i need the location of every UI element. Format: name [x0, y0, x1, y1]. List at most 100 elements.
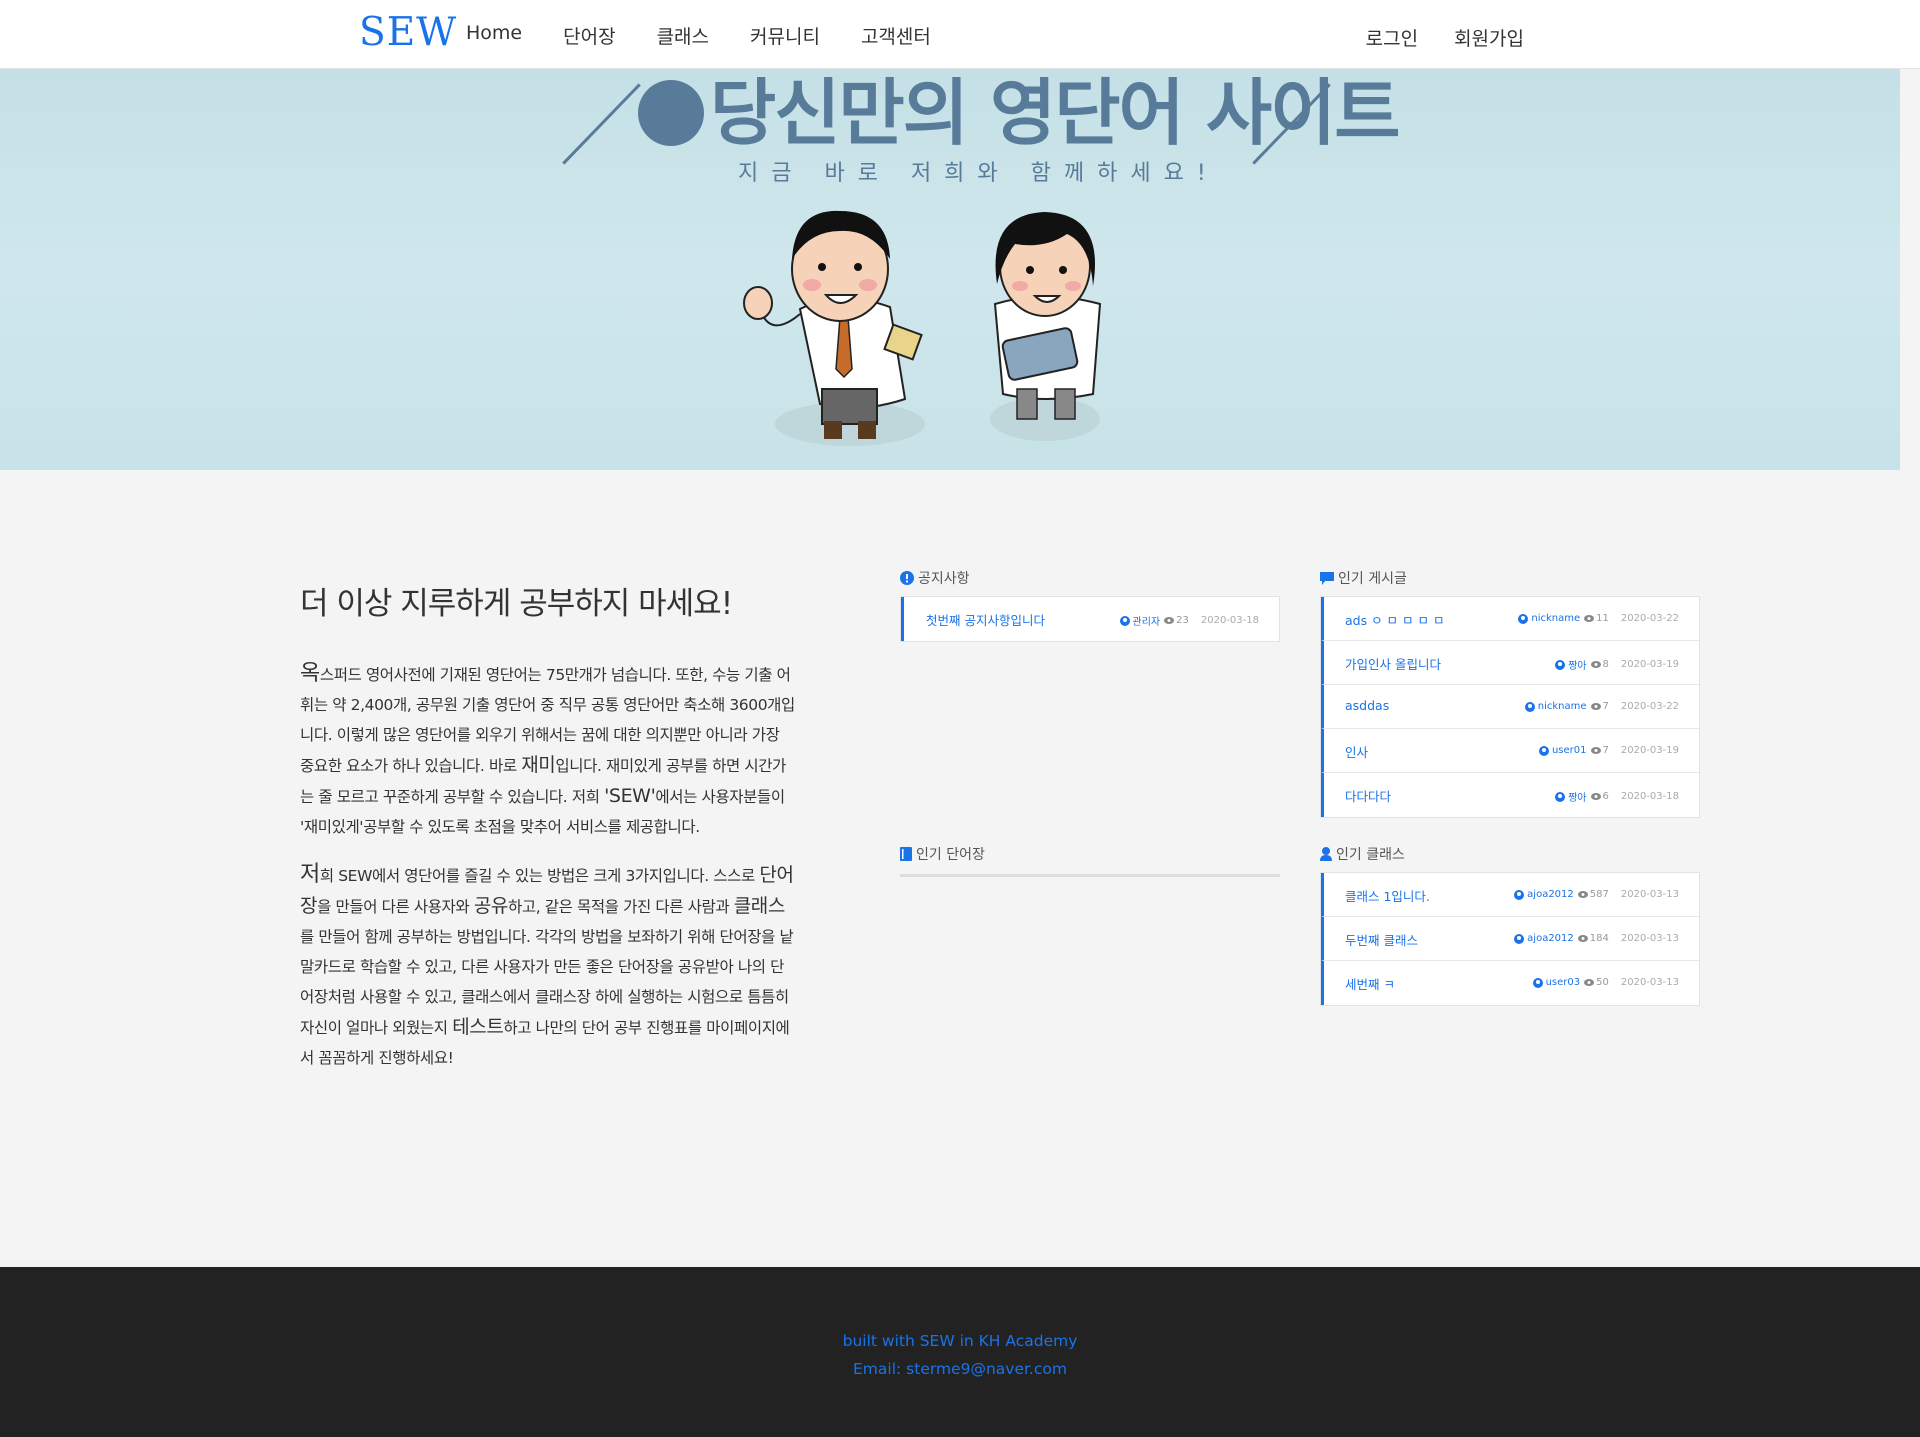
eye-icon	[1590, 703, 1601, 710]
book-icon	[900, 847, 912, 861]
post-row[interactable]: 다다다다 짱아 6 2020-03-18	[1321, 773, 1699, 817]
popular-wordbooks-board: 인기 단어장	[900, 844, 1280, 877]
class-row[interactable]: 세번째 ㅋ user03 50 2020-03-13	[1321, 961, 1699, 1005]
user-icon	[1555, 659, 1566, 670]
post-author[interactable]: nickname	[1531, 613, 1580, 624]
intro-paragraph-1: 옥스퍼드 영어사전에 기재된 영단어는 75만개가 넘습니다. 또한, 수능 기…	[300, 659, 795, 842]
post-views: 7	[1590, 701, 1609, 712]
post-title-link[interactable]: 인사	[1345, 742, 1368, 761]
intro-highlight: 재미	[521, 754, 556, 776]
post-title-link[interactable]: 다다다다	[1345, 786, 1391, 805]
login-link[interactable]: 로그인	[1366, 24, 1418, 51]
class-meta: ajoa2012 184 2020-03-13	[1514, 933, 1679, 944]
class-view-count: 587	[1589, 889, 1609, 900]
main-nav-links: Home 단어장 클래스 커뮤니티 고객센터	[466, 22, 972, 49]
post-views: 23	[1164, 615, 1189, 626]
popular-wordbooks-title: 인기 단어장	[916, 847, 985, 863]
post-title-link[interactable]: asddas	[1345, 698, 1389, 713]
class-meta: user03 50 2020-03-13	[1532, 977, 1679, 988]
class-views: 587	[1577, 889, 1609, 900]
post-author[interactable]: 짱아	[1568, 657, 1586, 672]
intro-text: 을 만들어 다른 사용자와	[317, 898, 474, 916]
popular-classes-header: 인기 클래스	[1320, 844, 1700, 864]
signup-link[interactable]: 회원가입	[1454, 24, 1524, 51]
eye-icon	[1584, 615, 1595, 622]
eye-icon	[1577, 935, 1588, 942]
post-date: 2020-03-22	[1620, 613, 1679, 624]
post-title-link[interactable]: ads ㅇ ㅁ ㅁ ㅁ ㅁ	[1345, 610, 1444, 629]
intro-highlight: 'SEW'	[604, 785, 656, 807]
info-circle-icon	[900, 571, 914, 585]
popular-posts-title: 인기 게시글	[1338, 571, 1407, 587]
user-icon	[1514, 889, 1525, 900]
hero-title: 당신만의 영단어 사이트	[710, 71, 1401, 155]
nav-link-wordbook[interactable]: 단어장	[563, 22, 615, 49]
notice-board-header: 공지사항	[900, 568, 1280, 588]
post-title-link[interactable]: 가입인사 올립니다	[1345, 654, 1441, 673]
nav-link-class[interactable]: 클래스	[657, 22, 709, 49]
brand-logo[interactable]: SEW	[359, 10, 457, 55]
class-title-link[interactable]: 클래스 1입니다.	[1345, 886, 1430, 905]
class-title-link[interactable]: 세번째 ㅋ	[1345, 974, 1395, 993]
post-view-count: 6	[1602, 791, 1609, 802]
footer-credit: built with SEW in KH Academy	[842, 1332, 1078, 1350]
user-icon	[1518, 613, 1529, 624]
post-row[interactable]: 인사 user01 7 2020-03-19	[1321, 729, 1699, 773]
man-illustration-icon	[743, 210, 925, 446]
popular-wordbooks-list	[900, 874, 1280, 877]
user-icon	[1524, 701, 1535, 712]
notice-row[interactable]: 첫번째 공지사항입니다 관리자 23 2020-03-18	[901, 597, 1279, 641]
footer-email[interactable]: Email: sterme9@naver.com	[0, 1355, 1920, 1383]
post-meta: nickname 7 2020-03-22	[1524, 701, 1679, 712]
nav-link-support[interactable]: 고객센터	[861, 22, 931, 49]
user-icon	[1555, 791, 1566, 802]
eye-icon	[1590, 793, 1601, 800]
class-date: 2020-03-13	[1620, 933, 1679, 944]
intro-highlight: 클래스	[733, 895, 786, 917]
class-title-link[interactable]: 두번째 클래스	[1345, 930, 1418, 949]
class-meta: ajoa2012 587 2020-03-13	[1514, 889, 1679, 900]
hero-subtitle: 지금 바로 저희와 함께하세요!	[738, 161, 1219, 186]
eye-icon	[1584, 979, 1595, 986]
eye-icon	[1164, 617, 1175, 624]
user-silhouette-icon	[1320, 847, 1332, 861]
nav-link-home[interactable]: Home	[466, 22, 522, 49]
class-owner[interactable]: ajoa2012	[1527, 933, 1574, 944]
hero-left-slash	[562, 83, 641, 165]
eye-icon	[1590, 747, 1601, 754]
post-row[interactable]: ads ㅇ ㅁ ㅁ ㅁ ㅁ nickname 11 2020-03-22	[1321, 597, 1699, 641]
class-owner[interactable]: ajoa2012	[1527, 889, 1574, 900]
intro-text: 희 SEW에서 영단어를 즐길 수 있는 방법은 크게 3가지입니다. 스스로	[319, 867, 760, 885]
user-icon	[1532, 977, 1543, 988]
post-row[interactable]: 가입인사 올립니다 짱아 8 2020-03-19	[1321, 641, 1699, 685]
post-author[interactable]: user01	[1552, 745, 1587, 756]
hero-dot-icon	[638, 80, 704, 146]
class-owner[interactable]: user03	[1546, 977, 1581, 988]
post-author[interactable]: nickname	[1538, 701, 1587, 712]
woman-illustration-icon	[990, 212, 1102, 441]
notice-list: 첫번째 공지사항입니다 관리자 23 2020-03-18	[900, 596, 1280, 642]
top-navbar: SEW Home 단어장 클래스 커뮤니티 고객센터 로그인 회원가입	[0, 0, 1920, 69]
class-row[interactable]: 클래스 1입니다. ajoa2012 587 2020-03-13	[1321, 873, 1699, 917]
post-date: 2020-03-19	[1620, 745, 1679, 756]
post-view-count: 7	[1602, 745, 1609, 756]
class-row[interactable]: 두번째 클래스 ajoa2012 184 2020-03-13	[1321, 917, 1699, 961]
post-date: 2020-03-22	[1620, 701, 1679, 712]
popular-classes-title: 인기 클래스	[1336, 847, 1405, 863]
intro-paragraph-2: 저희 SEW에서 영단어를 즐길 수 있는 방법은 크게 3가지입니다. 스스로…	[300, 860, 795, 1073]
notice-board: 공지사항 첫번째 공지사항입니다 관리자 23 2020-03-18	[900, 568, 1280, 642]
post-author[interactable]: 짱아	[1568, 789, 1586, 804]
post-meta: nickname 11 2020-03-22	[1518, 613, 1679, 624]
popular-classes-board: 인기 클래스 클래스 1입니다. ajoa2012 587 2020-03-13…	[1320, 844, 1700, 1006]
post-author[interactable]: 관리자	[1133, 613, 1161, 628]
post-views: 8	[1590, 659, 1609, 670]
site-footer: built with SEW in KH Academy Email: ster…	[0, 1267, 1920, 1437]
post-title-link[interactable]: 첫번째 공지사항입니다	[926, 610, 1045, 629]
class-view-count: 50	[1596, 977, 1609, 988]
intro-highlight: 공유	[473, 895, 509, 917]
popular-posts-list: ads ㅇ ㅁ ㅁ ㅁ ㅁ nickname 11 2020-03-22 가입인…	[1320, 596, 1700, 818]
post-row[interactable]: asddas nickname 7 2020-03-22	[1321, 685, 1699, 729]
eye-icon	[1590, 661, 1601, 668]
popular-posts-board: 인기 게시글 ads ㅇ ㅁ ㅁ ㅁ ㅁ nickname 11 2020-03…	[1320, 568, 1700, 818]
nav-link-community[interactable]: 커뮤니티	[750, 22, 820, 49]
